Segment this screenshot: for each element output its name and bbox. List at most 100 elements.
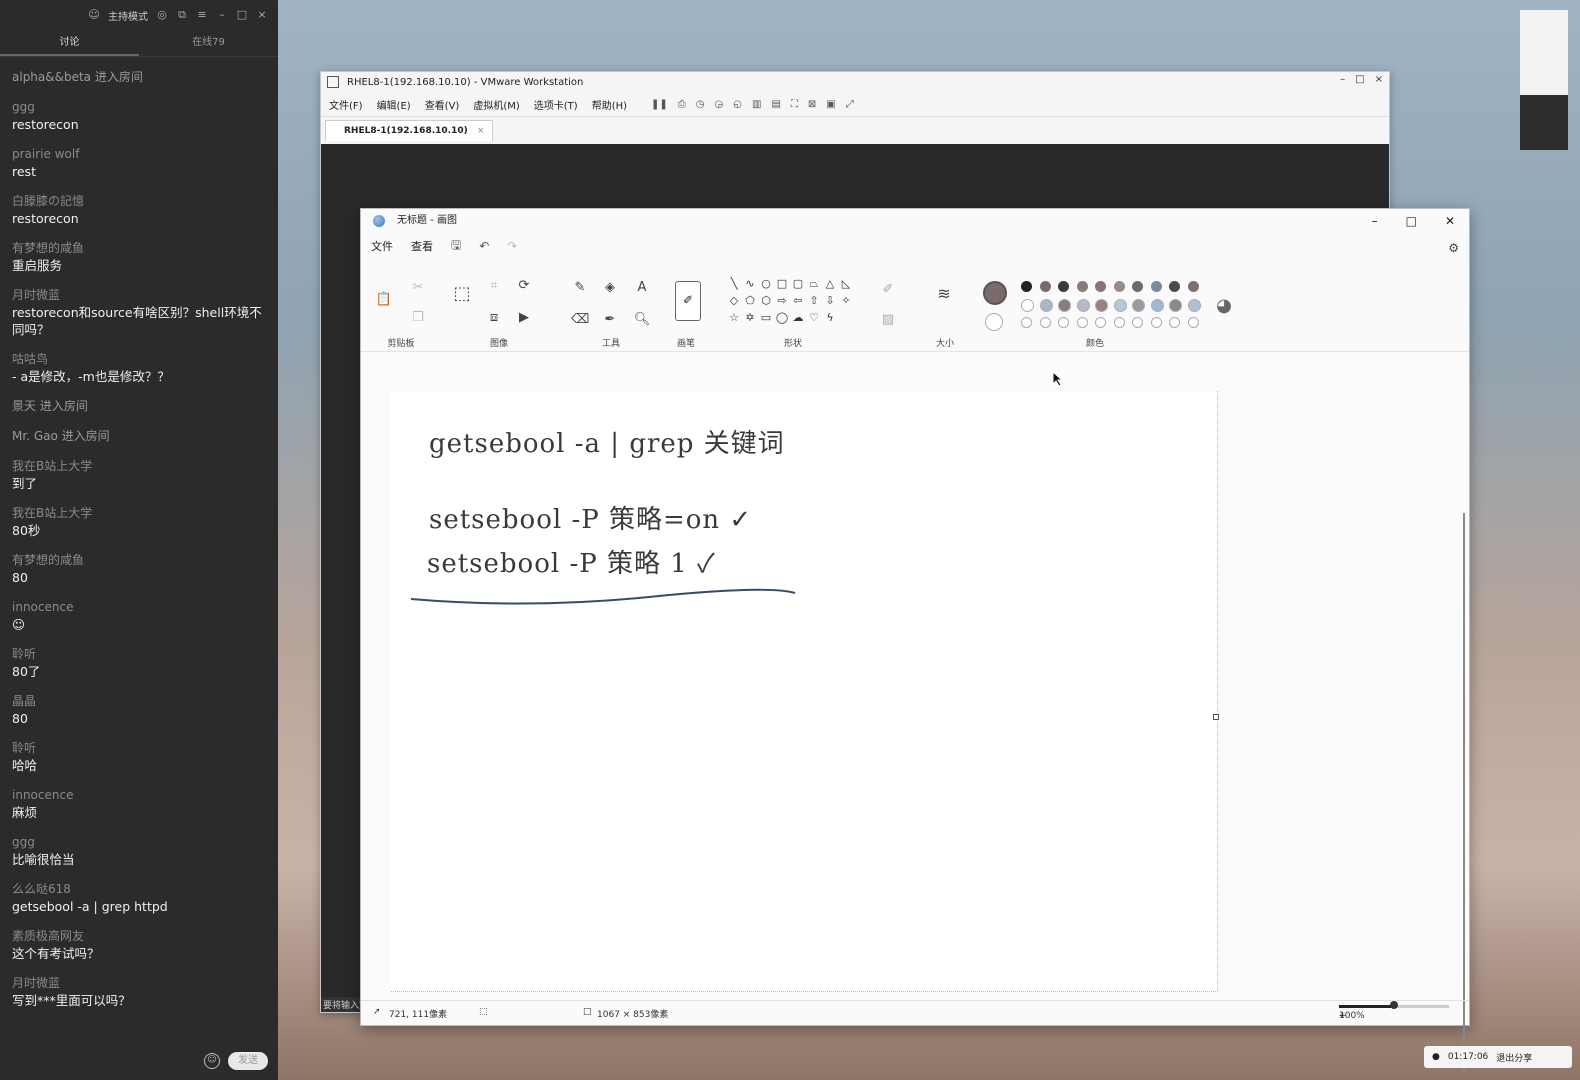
- menu-file[interactable]: 文件(F): [329, 97, 363, 112]
- size-icon[interactable]: ≋: [935, 285, 953, 303]
- palette-swatch[interactable]: [1187, 299, 1201, 312]
- palette-swatch-empty[interactable]: [1150, 317, 1162, 328]
- exit-share-button[interactable]: 退出分享: [1496, 1051, 1532, 1064]
- menu-help[interactable]: 帮助(H): [592, 97, 627, 112]
- maximize-icon[interactable]: □: [1406, 209, 1417, 233]
- save-icon[interactable]: 🖫: [451, 236, 461, 257]
- palette-swatch[interactable]: [1021, 299, 1034, 312]
- snapshot-icon[interactable]: ◷: [696, 99, 705, 110]
- menu-vm[interactable]: 虚拟机(M): [473, 97, 519, 112]
- palette-swatch-empty[interactable]: [1113, 317, 1125, 328]
- settings-icon[interactable]: ◎: [156, 9, 168, 21]
- palette-swatch[interactable]: [1150, 299, 1164, 312]
- redo-icon[interactable]: ↷: [507, 239, 517, 253]
- palette-swatch-empty[interactable]: [1132, 317, 1143, 328]
- menu-file[interactable]: 文件: [371, 238, 393, 254]
- palette-swatch[interactable]: [1169, 299, 1182, 312]
- palette-swatch-empty[interactable]: [1095, 317, 1106, 328]
- vm-tab[interactable]: RHEL8-1(192.168.10.10) ×: [325, 120, 494, 141]
- star4-shape-icon[interactable]: ✧: [839, 294, 853, 307]
- palette-swatch[interactable]: [1076, 281, 1088, 292]
- menu-tabs[interactable]: 选项卡(T): [534, 97, 578, 112]
- snapshot-restore-icon[interactable]: ◶: [715, 99, 724, 110]
- diamond-shape-icon[interactable]: ◇: [727, 294, 741, 307]
- fill-style-icon[interactable]: ▨: [879, 311, 897, 329]
- palette-swatch[interactable]: [1132, 299, 1145, 312]
- sidebar-icon[interactable]: ▥: [752, 99, 761, 110]
- callout-rect-shape-icon[interactable]: ▭: [759, 311, 773, 324]
- heart-shape-icon[interactable]: ♡: [807, 311, 821, 324]
- thumbnail-icon[interactable]: ▤: [771, 99, 780, 110]
- vertical-scrollbar[interactable]: [1463, 513, 1465, 1073]
- menu-view[interactable]: 查看: [411, 238, 433, 254]
- palette-swatch[interactable]: [1058, 281, 1069, 292]
- right-triangle-shape-icon[interactable]: ◺: [839, 277, 853, 290]
- console-icon[interactable]: ▣: [826, 99, 835, 110]
- palette-swatch[interactable]: [1113, 281, 1125, 292]
- line-shape-icon[interactable]: ╲: [727, 277, 741, 290]
- emoji-icon[interactable]: ☺: [204, 1053, 220, 1069]
- pentagon-shape-icon[interactable]: ⬠: [743, 294, 757, 307]
- menu-edit[interactable]: 编辑(E): [377, 97, 411, 112]
- outline-icon[interactable]: ✐: [879, 281, 897, 299]
- palette-swatch[interactable]: [1076, 299, 1090, 312]
- undo-icon[interactable]: ↶: [479, 239, 489, 253]
- zoom-in-icon[interactable]: +: [1339, 1011, 1347, 1021]
- lightning-shape-icon[interactable]: ϟ: [823, 311, 837, 324]
- palette-swatch[interactable]: [1095, 281, 1106, 292]
- settings-icon[interactable]: ⚙: [1448, 241, 1459, 255]
- color2-swatch[interactable]: [985, 313, 1003, 331]
- star5-shape-icon[interactable]: ☆: [727, 311, 741, 324]
- send-button[interactable]: 发送: [228, 1052, 268, 1070]
- triangle-shape-icon[interactable]: △: [823, 277, 837, 290]
- palette-swatch-empty[interactable]: [1076, 317, 1088, 328]
- down-arrow-shape-icon[interactable]: ⇩: [823, 294, 837, 307]
- star6-shape-icon[interactable]: ✡: [743, 311, 757, 324]
- close-icon[interactable]: ×: [256, 9, 268, 21]
- right-arrow-shape-icon[interactable]: ⇨: [775, 294, 789, 307]
- unity-icon[interactable]: ⊠: [808, 99, 816, 110]
- tab-discussion[interactable]: 讨论: [0, 30, 139, 56]
- minimize-icon[interactable]: –: [216, 9, 228, 21]
- hexagon-shape-icon[interactable]: ⬡: [759, 294, 773, 307]
- curve-shape-icon[interactable]: ∿: [743, 277, 757, 290]
- palette-swatch[interactable]: [1039, 281, 1051, 292]
- snapshot-manager-icon[interactable]: ◵: [733, 99, 742, 110]
- tab-online[interactable]: 在线79: [139, 30, 278, 56]
- palette-swatch-empty[interactable]: [1169, 317, 1180, 328]
- callout-oval-shape-icon[interactable]: ◯: [775, 311, 789, 324]
- palette-swatch[interactable]: [1058, 299, 1071, 312]
- palette-swatch[interactable]: [1187, 281, 1199, 292]
- popout-icon[interactable]: ⧉: [176, 9, 188, 21]
- palette-swatch-empty[interactable]: [1039, 317, 1051, 328]
- palette-swatch[interactable]: [1021, 281, 1032, 292]
- palette-swatch[interactable]: [1169, 281, 1180, 292]
- maximize-icon[interactable]: □: [1355, 74, 1364, 85]
- close-icon[interactable]: ×: [1375, 74, 1383, 85]
- palette-swatch-empty[interactable]: [1187, 317, 1199, 328]
- canvas-resize-handle[interactable]: [1213, 714, 1219, 720]
- menu-icon[interactable]: ≡: [196, 9, 208, 21]
- up-arrow-shape-icon[interactable]: ⇧: [807, 294, 821, 307]
- palette-swatch[interactable]: [1113, 299, 1127, 312]
- rect-shape-icon[interactable]: □: [775, 277, 789, 290]
- palette-swatch[interactable]: [1039, 299, 1053, 312]
- fullscreen-icon[interactable]: ⛶: [791, 99, 798, 110]
- send-keys-icon[interactable]: ⎙: [678, 99, 686, 110]
- palette-swatch[interactable]: [1132, 281, 1143, 292]
- palette-swatch[interactable]: [1150, 281, 1162, 292]
- oval-shape-icon[interactable]: ○: [759, 277, 773, 290]
- polygon-shape-icon[interactable]: ⏢: [807, 277, 821, 291]
- stretch-icon[interactable]: ⤢: [846, 99, 854, 110]
- palette-swatch-empty[interactable]: [1058, 317, 1069, 328]
- close-tab-icon[interactable]: ×: [477, 126, 485, 136]
- minimize-icon[interactable]: –: [1372, 209, 1378, 233]
- close-icon[interactable]: ✕: [1445, 209, 1455, 233]
- palette-swatch-empty[interactable]: [1021, 317, 1032, 328]
- zoom-slider[interactable]: [1339, 1001, 1449, 1009]
- pause-icon[interactable]: ❚❚: [651, 99, 668, 110]
- brush-icon[interactable]: ✐: [675, 281, 701, 321]
- color1-swatch[interactable]: [983, 281, 1007, 305]
- menu-view[interactable]: 查看(V): [425, 97, 460, 112]
- drawing-canvas[interactable]: getsebool -a | grep 关键词 setsebool -P 策略=…: [391, 391, 1219, 992]
